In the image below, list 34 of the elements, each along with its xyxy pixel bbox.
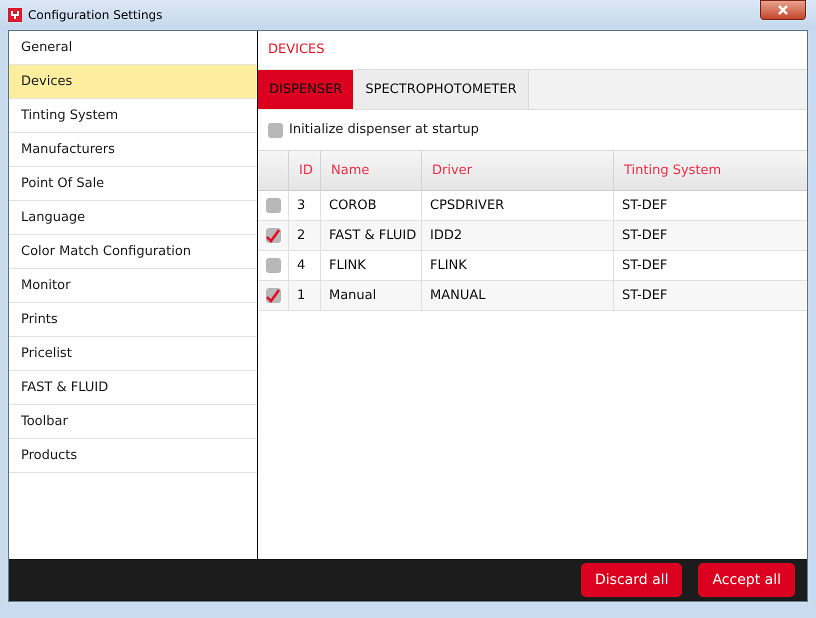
table-cell-text: MANUAL: [430, 286, 486, 305]
footer-button[interactable]: Discard all: [581, 563, 682, 597]
table-cell-text: 4: [297, 256, 306, 275]
check-icon: [266, 228, 280, 242]
close-icon: [777, 5, 789, 15]
checkbox[interactable]: [266, 258, 280, 273]
table-cell-text: CPSDRIVER: [430, 196, 504, 215]
check-icon: [266, 288, 280, 302]
sidebar-item[interactable]: Devices: [9, 65, 257, 99]
table-cell-text: COROB: [329, 196, 376, 215]
section-title: DEVICES: [267, 41, 326, 60]
table-cell-text: Manual: [329, 286, 376, 305]
checkbox[interactable]: [266, 228, 280, 243]
checkbox[interactable]: [266, 198, 280, 213]
table-cell-text: FLINK: [430, 256, 467, 275]
table-cell-text: ST-DEF: [622, 196, 668, 215]
table-cell-text: 3: [297, 196, 306, 215]
checkbox[interactable]: [266, 288, 280, 303]
tab[interactable]: SPECTROPHOTOMETER: [354, 70, 529, 109]
checkbox-label: Initialize dispenser at startup: [289, 121, 479, 140]
table-cell-text: 2: [297, 226, 306, 245]
close-button[interactable]: [760, 0, 806, 20]
table-cell-text: FLINK: [329, 256, 366, 275]
table-cell-text: 1: [297, 286, 306, 305]
table-cell-text: IDD2: [430, 226, 462, 245]
footer-button[interactable]: Accept all: [698, 563, 795, 597]
table-cell-text: FAST & FLUID: [329, 226, 416, 245]
tab[interactable]: DISPENSER: [258, 70, 354, 109]
window-title: Configuration Settings: [28, 7, 162, 24]
table-cell-text: ST-DEF: [622, 286, 668, 305]
checkbox[interactable]: [268, 122, 283, 138]
table-cell-text: ST-DEF: [622, 226, 668, 245]
app-logo-icon: [8, 8, 22, 22]
table-cell-text: ST-DEF: [622, 256, 668, 275]
